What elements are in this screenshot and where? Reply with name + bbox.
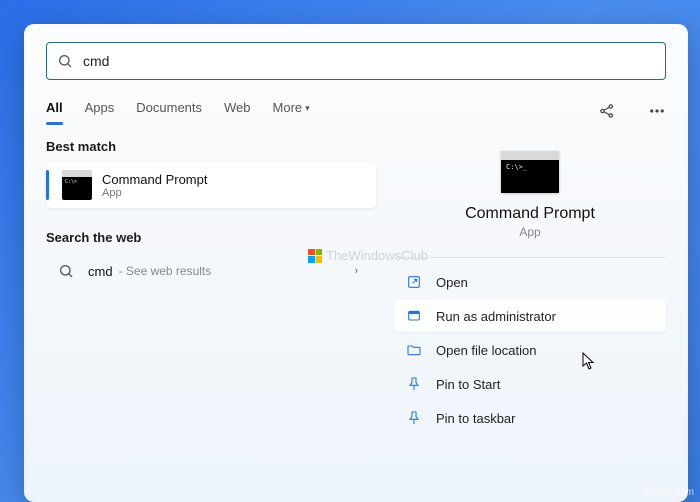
search-box[interactable] <box>46 42 666 80</box>
web-result-item[interactable]: cmd - See web results › <box>46 253 376 289</box>
open-action[interactable]: Open <box>394 266 666 298</box>
divider <box>394 257 666 258</box>
tabs: All Apps Documents Web More▾ <box>46 96 666 125</box>
pin-start-action[interactable]: Pin to Start <box>394 368 666 400</box>
tab-documents[interactable]: Documents <box>136 96 202 125</box>
pin-taskbar-action[interactable]: Pin to taskbar <box>394 402 666 434</box>
detail-title: Command Prompt <box>394 205 666 223</box>
tab-apps[interactable]: Apps <box>85 96 115 125</box>
tab-all[interactable]: All <box>46 96 63 125</box>
more-icon[interactable] <box>648 102 666 120</box>
folder-icon <box>406 342 422 358</box>
results-left: Best match Command Prompt App Search the… <box>46 139 376 502</box>
open-location-action[interactable]: Open file location <box>394 334 666 366</box>
search-web-heading: Search the web <box>46 230 376 245</box>
command-prompt-icon <box>501 151 559 193</box>
search-input[interactable] <box>83 53 655 69</box>
best-match-title: Command Prompt <box>102 172 207 187</box>
pin-icon <box>406 376 422 392</box>
admin-icon <box>406 308 422 324</box>
tab-web[interactable]: Web <box>224 96 251 125</box>
web-hint: - See web results <box>119 264 212 278</box>
open-icon <box>406 274 422 290</box>
best-match-subtitle: App <box>102 187 207 199</box>
details-pane: Command Prompt App Open Run as administr… <box>394 139 666 502</box>
search-icon <box>57 53 73 69</box>
detail-subtitle: App <box>394 225 666 239</box>
pin-icon <box>406 410 422 426</box>
search-icon <box>58 263 74 279</box>
web-term: cmd <box>88 264 113 279</box>
detail-actions: Open Run as administrator Open file loca… <box>394 266 666 434</box>
share-icon[interactable] <box>598 102 616 120</box>
run-as-admin-action[interactable]: Run as administrator <box>394 300 666 332</box>
best-match-heading: Best match <box>46 139 376 154</box>
chevron-down-icon: ▾ <box>305 103 310 113</box>
search-panel: All Apps Documents Web More▾ Best match … <box>24 24 688 502</box>
best-match-item[interactable]: Command Prompt App <box>46 162 376 208</box>
command-prompt-icon <box>62 170 92 200</box>
chevron-right-icon: › <box>354 265 358 277</box>
tab-more[interactable]: More▾ <box>273 96 310 125</box>
source-watermark: wsxdn.com <box>644 487 694 498</box>
